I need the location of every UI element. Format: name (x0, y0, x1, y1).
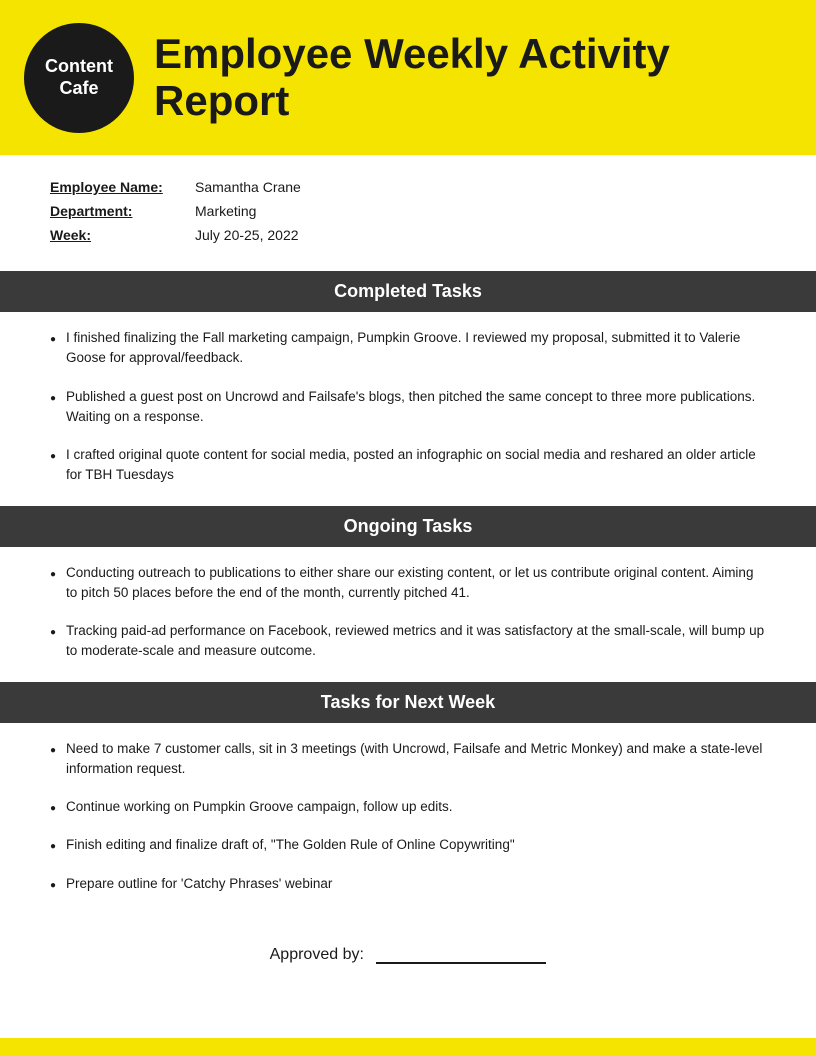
ongoing-tasks-header: Ongoing Tasks (0, 506, 816, 547)
next-week-tasks-list: Need to make 7 customer calls, sit in 3 … (0, 723, 816, 914)
completed-tasks-ul: I finished finalizing the Fall marketing… (50, 328, 766, 486)
logo-circle: Content Cafe (24, 23, 134, 133)
week-value: July 20-25, 2022 (195, 227, 299, 243)
list-item: I crafted original quote content for soc… (50, 445, 766, 486)
approved-line (376, 944, 546, 964)
completed-tasks-header: Completed Tasks (0, 271, 816, 312)
list-item: Tracking paid-ad performance on Facebook… (50, 621, 766, 662)
approved-section: Approved by: (0, 914, 816, 984)
next-week-tasks-ul: Need to make 7 customer calls, sit in 3 … (50, 739, 766, 894)
employee-value: Samantha Crane (195, 179, 301, 195)
list-item: Finish editing and finalize draft of, "T… (50, 835, 766, 855)
list-item: Published a guest post on Uncrowd and Fa… (50, 387, 766, 428)
logo-line1: Content (45, 56, 113, 76)
logo-text: Content Cafe (45, 56, 113, 99)
report-title: Employee Weekly Activity Report (154, 31, 792, 123)
next-week-tasks-header: Tasks for Next Week (0, 682, 816, 723)
list-item: I finished finalizing the Fall marketing… (50, 328, 766, 369)
footer-bar (0, 1038, 816, 1056)
ongoing-tasks-ul: Conducting outreach to publications to e… (50, 563, 766, 662)
week-label: Week: (50, 227, 195, 243)
employee-row: Employee Name: Samantha Crane (50, 179, 766, 195)
department-row: Department: Marketing (50, 203, 766, 219)
list-item: Conducting outreach to publications to e… (50, 563, 766, 604)
week-row: Week: July 20-25, 2022 (50, 227, 766, 243)
header: Content Cafe Employee Weekly Activity Re… (0, 0, 816, 155)
department-value: Marketing (195, 203, 256, 219)
approved-label: Approved by: (270, 946, 364, 963)
info-section: Employee Name: Samantha Crane Department… (0, 155, 816, 271)
list-item: Need to make 7 customer calls, sit in 3 … (50, 739, 766, 780)
ongoing-tasks-list: Conducting outreach to publications to e… (0, 547, 816, 682)
employee-label: Employee Name: (50, 179, 195, 195)
page-wrapper: Content Cafe Employee Weekly Activity Re… (0, 0, 816, 1056)
list-item: Prepare outline for 'Catchy Phrases' web… (50, 874, 766, 894)
logo-line2: Cafe (59, 78, 98, 98)
department-label: Department: (50, 203, 195, 219)
list-item: Continue working on Pumpkin Groove campa… (50, 797, 766, 817)
completed-tasks-list: I finished finalizing the Fall marketing… (0, 312, 816, 506)
